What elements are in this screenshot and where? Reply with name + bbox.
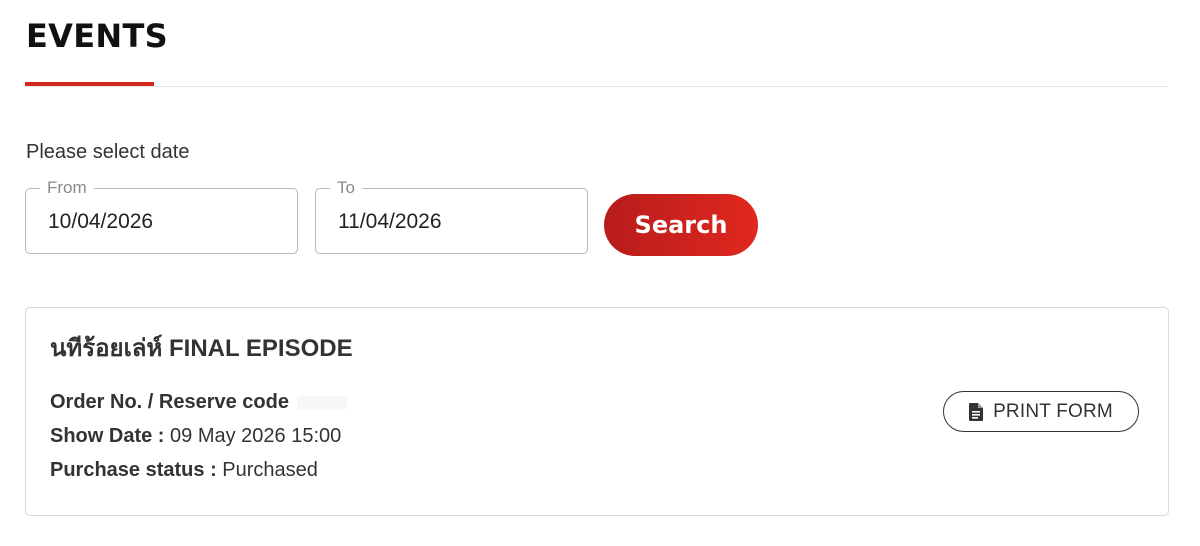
print-form-label: PRINT FORM <box>993 400 1113 422</box>
show-date-label: Show Date : <box>50 425 165 447</box>
purchase-status-label: Purchase status : <box>50 459 217 481</box>
document-icon <box>969 402 984 421</box>
to-date-field[interactable]: To 11/04/2026 <box>315 177 588 254</box>
purchase-status-value: Purchased <box>222 459 318 481</box>
to-date-label: To <box>330 177 362 199</box>
show-date-row: Show Date : 09 May 2026 15:00 <box>50 423 341 449</box>
order-number-label: Order No. / Reserve code <box>50 391 289 413</box>
from-date-value[interactable]: 10/04/2026 <box>48 209 153 235</box>
search-button[interactable]: Search <box>604 194 758 256</box>
order-number-value-redacted <box>296 395 347 410</box>
order-number-row: Order No. / Reserve code <box>50 389 347 415</box>
title-accent-underline <box>25 82 154 86</box>
event-card: นทีร้อยเล่ห์ FINAL EPISODE Order No. / R… <box>25 307 1169 516</box>
event-title: นทีร้อยเล่ห์ FINAL EPISODE <box>50 335 353 362</box>
to-date-value[interactable]: 11/04/2026 <box>338 209 442 235</box>
from-date-label: From <box>40 177 94 199</box>
date-prompt: Please select date <box>26 141 190 163</box>
show-date-value: 09 May 2026 15:00 <box>170 425 342 447</box>
print-form-button[interactable]: PRINT FORM <box>943 391 1139 432</box>
page-title: EVENTS <box>26 17 168 55</box>
title-divider <box>25 86 1168 87</box>
purchase-status-row: Purchase status : Purchased <box>50 457 318 483</box>
from-date-field[interactable]: From 10/04/2026 <box>25 177 298 254</box>
